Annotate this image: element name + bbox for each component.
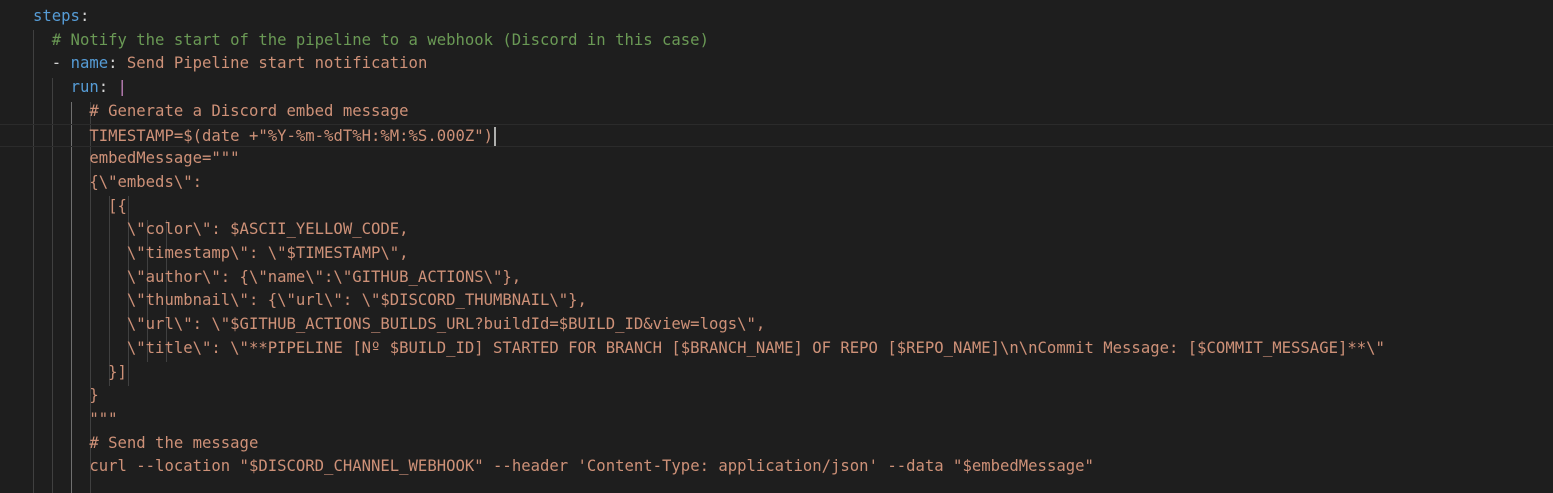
code-token: curl --location "$DISCORD_CHANNEL_WEBHOO… bbox=[89, 457, 1094, 476]
code-line[interactable]: curl --location "$DISCORD_CHANNEL_WEBHOO… bbox=[0, 455, 1553, 479]
code-editor[interactable]: steps: # Notify the start of the pipelin… bbox=[0, 0, 1553, 493]
code-line[interactable]: [{ bbox=[0, 195, 1553, 219]
code-token: {\"embeds\": bbox=[89, 172, 203, 191]
code-line[interactable]: run: | bbox=[0, 76, 1553, 100]
code-token: embedMessage=""" bbox=[89, 149, 240, 168]
code-token: \"url\": \"$GITHUB_ACTIONS_BUILDS_URL?bu… bbox=[126, 315, 766, 334]
code-line[interactable]: embedMessage=""" bbox=[0, 147, 1553, 171]
code-line[interactable]: \"url\": \"$GITHUB_ACTIONS_BUILDS_URL?bu… bbox=[0, 313, 1553, 337]
code-token: } bbox=[89, 386, 99, 405]
code-token: steps bbox=[33, 7, 80, 25]
code-token: : bbox=[98, 78, 118, 97]
code-token: }] bbox=[108, 362, 127, 381]
code-line[interactable]: \"title\": \"**PIPELINE [Nº $BUILD_ID] S… bbox=[0, 337, 1553, 361]
code-line[interactable]: steps: bbox=[0, 5, 1553, 29]
code-token: : bbox=[79, 7, 90, 25]
code-line[interactable]: # Send the message bbox=[0, 432, 1553, 456]
code-line[interactable]: # Generate a Discord embed message bbox=[0, 100, 1553, 124]
code-token: : bbox=[108, 54, 127, 73]
code-token: run bbox=[70, 78, 99, 97]
code-token: \"title\": \"**PIPELINE [Nº $BUILD_ID] S… bbox=[126, 338, 1385, 357]
code-line[interactable]: \"color\": $ASCII_YELLOW_CODE, bbox=[0, 218, 1553, 242]
code-token: TIMESTAMP=$(date +"%Y-%m-%dT%H:%M:%S.000… bbox=[89, 126, 494, 145]
code-token: # Send the message bbox=[89, 433, 259, 452]
code-line[interactable]: TIMESTAMP=$(date +"%Y-%m-%dT%H:%M:%S.000… bbox=[0, 123, 1553, 148]
code-token: Send Pipeline start notification bbox=[126, 54, 428, 73]
code-line[interactable]: \"thumbnail\": {\"url\": \"$DISCORD_THUM… bbox=[0, 289, 1553, 313]
code-token: # Generate a Discord embed message bbox=[89, 101, 409, 120]
code-token: """ bbox=[89, 409, 118, 428]
code-line[interactable]: - name: Send Pipeline start notification bbox=[0, 52, 1553, 76]
code-line[interactable]: # Notify the start of the pipeline to a … bbox=[0, 29, 1553, 53]
code-line[interactable]: }] bbox=[0, 361, 1553, 385]
code-token: name bbox=[70, 54, 109, 73]
code-token: [{ bbox=[108, 196, 127, 215]
code-token: \"color\": $ASCII_YELLOW_CODE, bbox=[126, 220, 409, 239]
code-token: | bbox=[117, 78, 127, 97]
code-line[interactable]: {\"embeds\": bbox=[0, 171, 1553, 195]
code-line[interactable]: """ bbox=[0, 408, 1553, 432]
text-cursor bbox=[494, 126, 497, 146]
code-token: \"author\": {\"name\":\"GITHUB_ACTIONS\"… bbox=[126, 267, 522, 286]
code-token: - bbox=[51, 54, 71, 73]
code-token: \"thumbnail\": {\"url\": \"$DISCORD_THUM… bbox=[126, 291, 587, 310]
code-line[interactable]: \"timestamp\": \"$TIMESTAMP\", bbox=[0, 242, 1553, 266]
code-token: \"timestamp\": \"$TIMESTAMP\", bbox=[126, 244, 409, 262]
code-token: # Notify the start of the pipeline to a … bbox=[51, 30, 709, 49]
code-line[interactable]: } bbox=[0, 384, 1553, 408]
code-line[interactable]: \"author\": {\"name\":\"GITHUB_ACTIONS\"… bbox=[0, 266, 1553, 290]
